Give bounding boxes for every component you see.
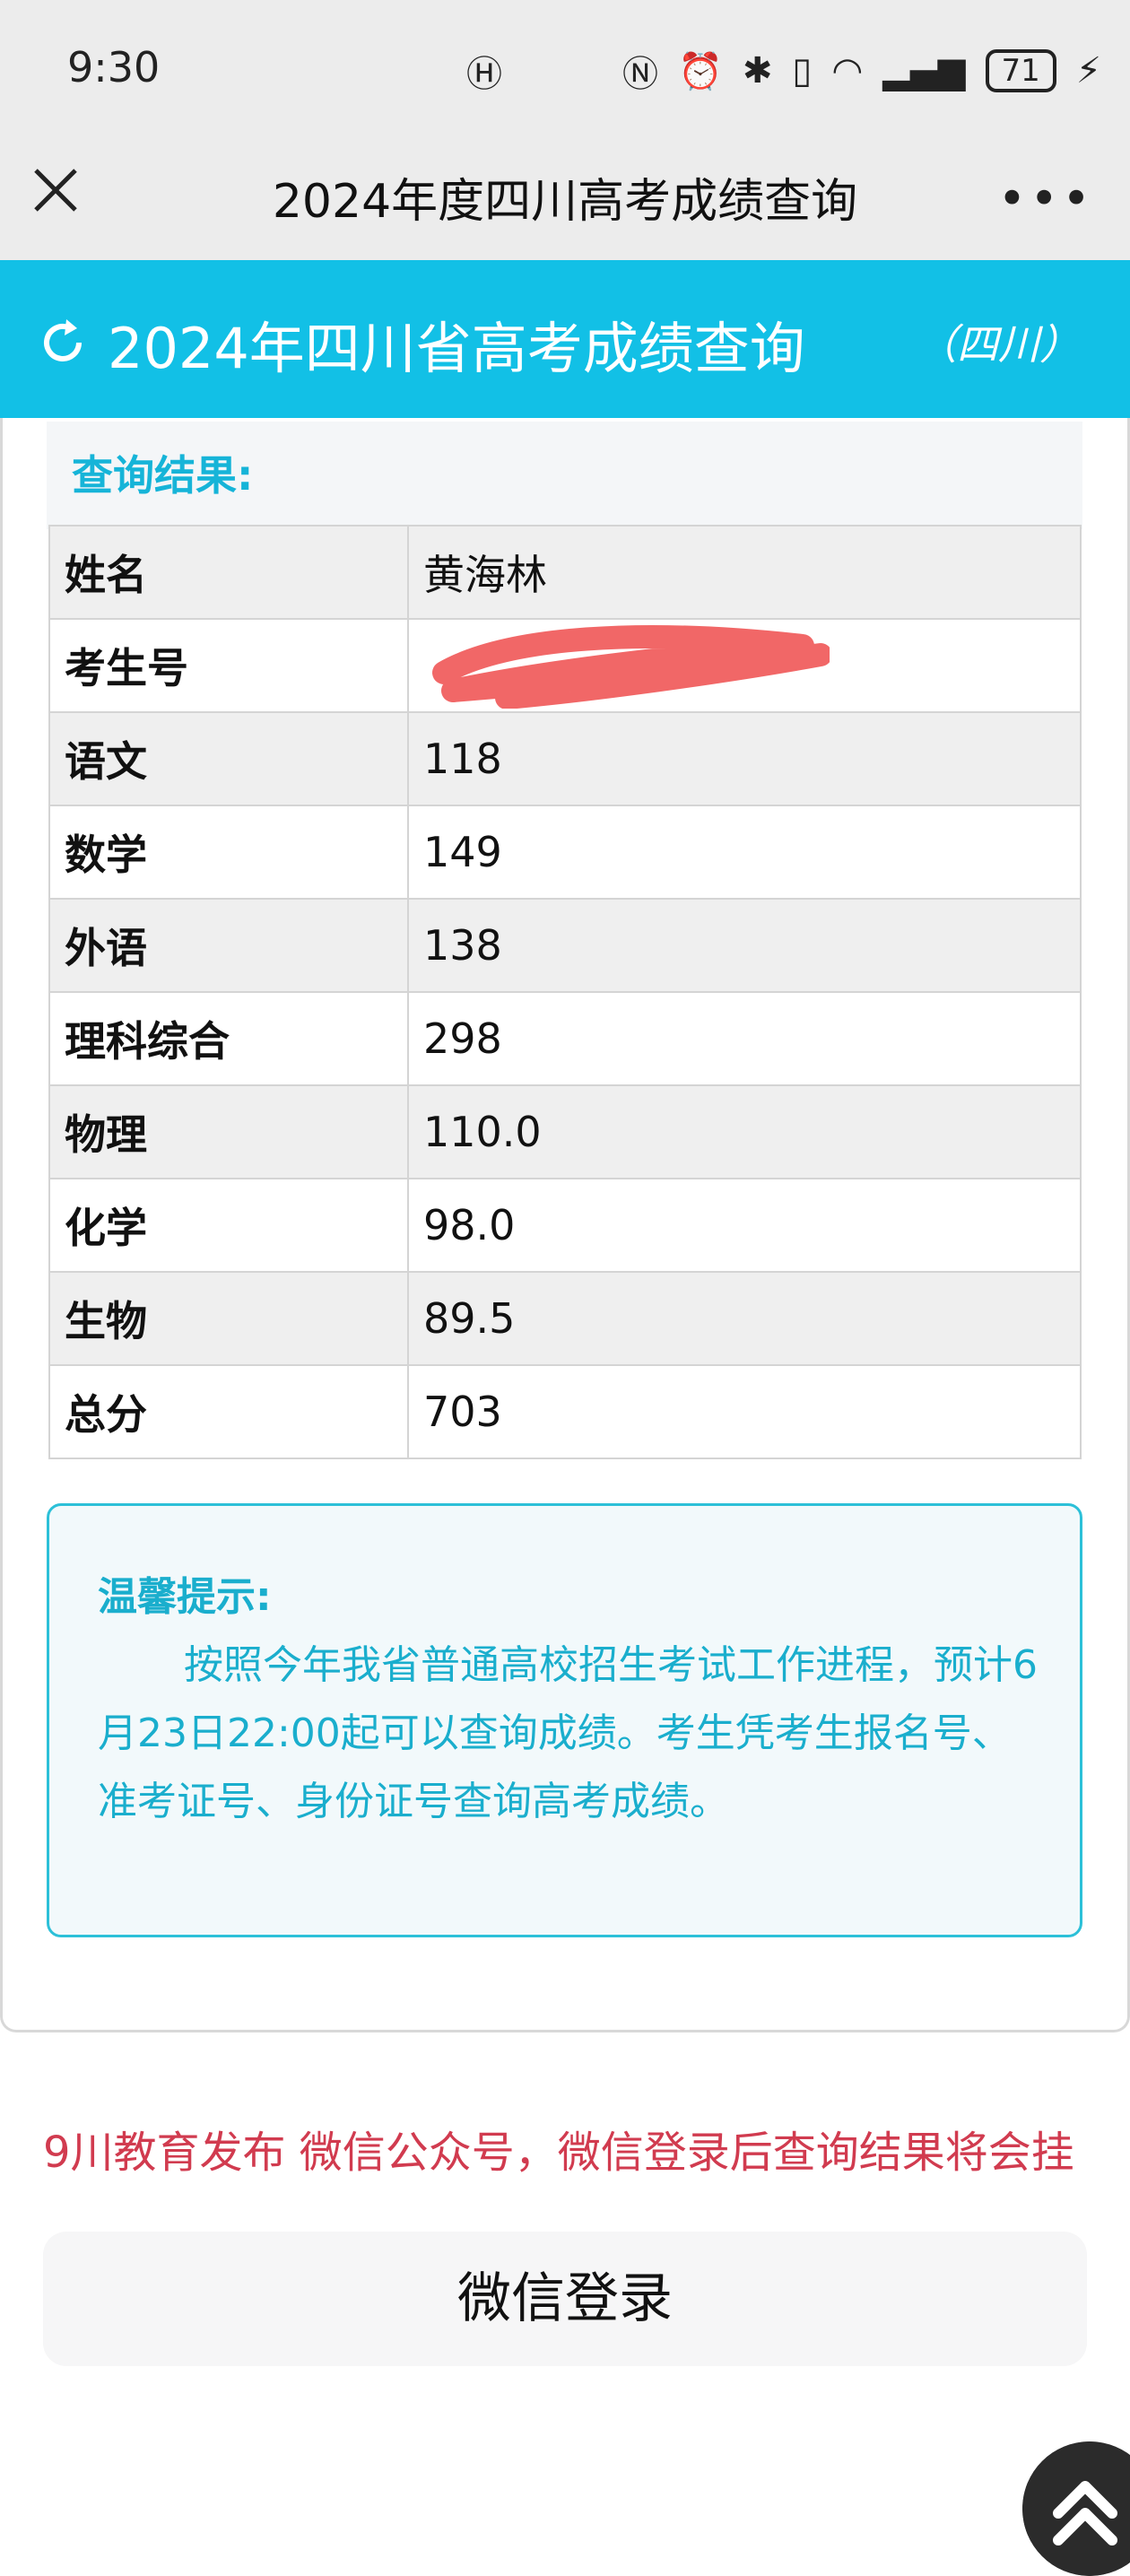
row-value: 703 [407,1364,1082,1459]
bluetooth-icon: ✱ [742,50,773,91]
nav-title: 2024年度四川高考成绩查询 [272,175,858,229]
status-bar: 9:30 Ⓗ Ⓝ ⏰ ✱ ▯ ◠ ▂▄▆ 71 ⚡ [0,0,1130,144]
row-value: 98.0 [407,1178,1082,1273]
table-row: 理科综合 298 [48,991,1082,1086]
row-label: 化学 [48,1178,409,1273]
row-label: 外语 [48,898,409,993]
tip-title: 温馨提示: [98,1574,272,1620]
table-row: 数学 149 [48,805,1082,900]
redaction-scribble [432,625,830,709]
signal-icon: ▂▄▆ [882,50,966,91]
wechat-login-button[interactable]: 微信登录 [43,2232,1087,2366]
scroll-top-icon[interactable] [1022,2441,1130,2576]
more-options-icon[interactable]: ••• [997,170,1094,227]
table-row: 生物 89.5 [48,1271,1082,1366]
row-label: 总分 [48,1364,409,1459]
wifi-icon: ◠ [831,50,864,91]
row-label: 理科综合 [48,991,409,1086]
refresh-icon[interactable] [36,316,90,370]
status-time: 9:30 [67,43,161,91]
result-heading: 查询结果: [47,422,1082,529]
table-row: 语文 118 [48,711,1082,806]
hd-icon: Ⓗ [466,54,502,95]
row-value: 149 [407,805,1082,900]
row-value: 118 [407,711,1082,806]
row-value: 黄海林 [407,525,1082,620]
row-value: 89.5 [407,1271,1082,1366]
table-row: 姓名 黄海林 [48,525,1082,620]
row-label: 生物 [48,1271,409,1366]
row-value: 138 [407,898,1082,993]
status-icons: Ⓗ Ⓝ ⏰ ✱ ▯ ◠ ▂▄▆ 71 ⚡ [466,45,1101,97]
table-row: 物理 110.0 [48,1084,1082,1179]
banner-title: 2024年四川省高考成绩查询 [108,316,805,381]
row-label: 考生号 [48,618,409,713]
charging-icon: ⚡ [1075,50,1101,91]
row-label: 姓名 [48,525,409,620]
row-label: 数学 [48,805,409,900]
row-value: 110.0 [407,1084,1082,1179]
row-value: 298 [407,991,1082,1086]
page-banner: 2024年四川省高考成绩查询 （四川） [0,260,1130,418]
alarm-icon: ⏰ [678,50,723,92]
table-row: 总分 703 [48,1364,1082,1459]
row-label: 物理 [48,1084,409,1179]
table-row: 化学 98.0 [48,1178,1082,1273]
battery-icon: 71 [985,49,1056,92]
nfc-icon: Ⓝ [622,54,658,95]
banner-region: （四川） [916,320,1081,369]
row-label: 语文 [48,711,409,806]
vibrate-icon: ▯ [792,50,813,91]
nav-bar: 2024年度四川高考成绩查询 ••• [0,126,1130,260]
tip-box: 温馨提示: 按照今年我省普通高校招生考试工作进程，预计6月23日22:00起可以… [47,1503,1082,1937]
table-row: 外语 138 [48,898,1082,993]
notice-ticker: 9川教育发布 微信公众号，微信登录后查询结果将会挂 [43,2128,1074,2178]
tip-body: 按照今年我省普通高校招生考试工作进程，预计6月23日22:00起可以查询成绩。考… [98,1642,1038,1824]
